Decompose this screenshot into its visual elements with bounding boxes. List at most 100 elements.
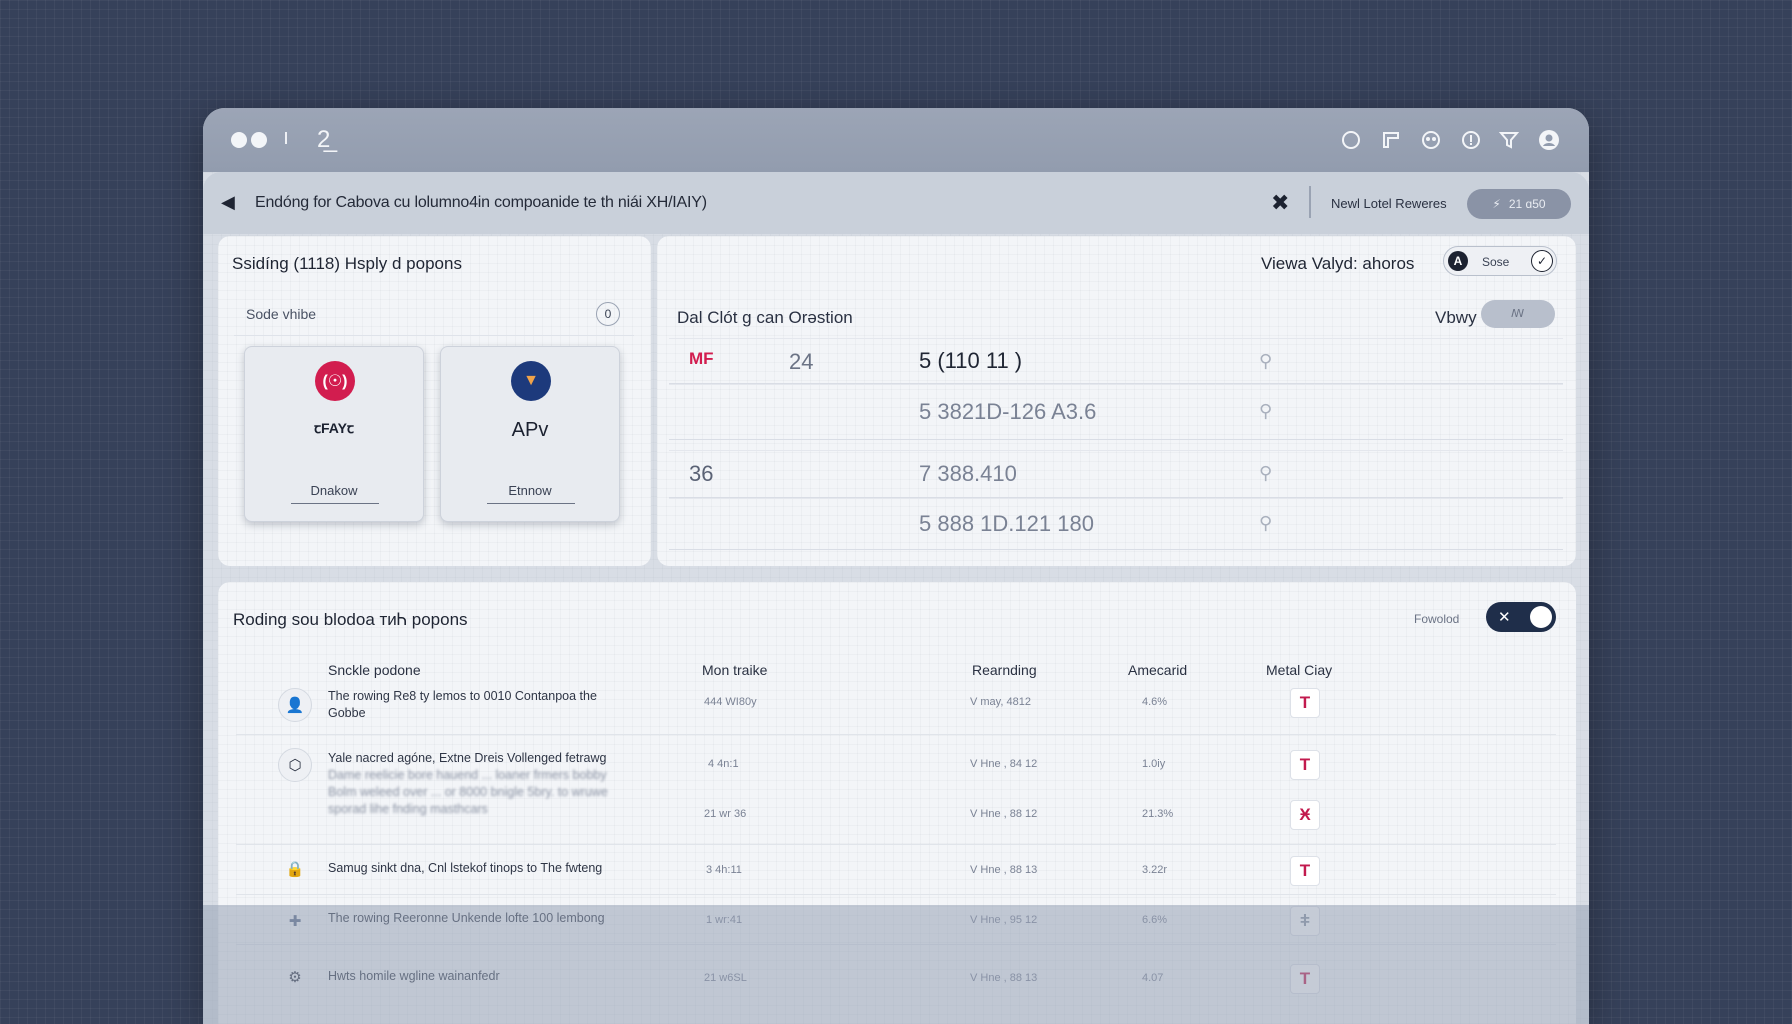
row-cell: V Hne , 95 12 (970, 914, 1038, 926)
breadcrumb-divider (1309, 186, 1311, 218)
lock-icon: 🔒 (285, 861, 305, 878)
settings-icon: ⚙ (288, 969, 302, 986)
row-description: Samug sinkt dna, Cnl lstekof tinops to T… (328, 860, 668, 877)
row-count: 24 (789, 349, 814, 374)
circle-icon[interactable] (1339, 128, 1363, 152)
status-flag[interactable]: T (1290, 856, 1320, 886)
row-text: Dame reelicie bore hauend ... loaner frm… (328, 768, 607, 782)
row-value: 5 888 1D.121 180 (919, 511, 1094, 536)
section-subtitle: Dal Clót g can Orǝstion (677, 308, 853, 327)
data-row[interactable]: 5 888 1D.121 180 ⚲ (669, 498, 1563, 550)
back-arrow-icon[interactable]: ◀ (221, 192, 235, 213)
data-row[interactable]: 5 3821D-126 A3.6 ⚲ (669, 384, 1563, 440)
view-toggle[interactable]: ꟿ (1481, 300, 1555, 328)
data-row[interactable]: 36 7 388.410 ⚲ (669, 450, 1563, 498)
data-row[interactable]: MF 24 5 (110 11 ) ⚲ (669, 338, 1563, 384)
filtered-label: Fowolod (1414, 612, 1460, 626)
row-value: 5 3821D-126 A3.6 (919, 399, 1097, 424)
main-content: ◀ Endóng for Cabova cu lolumno4in compoa… (203, 172, 1589, 1024)
row-text: Bolm weleed over ... or 8000 bnigle 5bry… (328, 785, 608, 799)
pin-icon[interactable]: ⚲ (1259, 351, 1272, 372)
row-cell: V Hne , 88 13 (970, 864, 1038, 876)
row-divider (236, 944, 1556, 945)
app-window: 2̲ ◀ Endóng for Cabova cu lolumno4in com… (203, 108, 1589, 1024)
payment-card[interactable]: ▼ APv Etnnow (440, 346, 620, 522)
info-icon[interactable] (1459, 128, 1483, 152)
window-dot[interactable] (231, 132, 247, 148)
pin-icon[interactable]: ⚲ (1259, 463, 1272, 484)
row-code: MF (689, 349, 714, 368)
row-text: Gobbe (328, 706, 366, 720)
left-panel: Ssidíng (1118) Hsply d popons Sode vhibe… (218, 236, 651, 566)
column-header[interactable]: Metal Ciay (1266, 662, 1332, 678)
status-flag[interactable]: ǂ (1290, 906, 1320, 936)
filter-icon[interactable] (1497, 128, 1521, 152)
row-cell: 3 4h:11 (706, 864, 742, 876)
titlebar-divider (285, 132, 287, 144)
status-flag[interactable]: Ӿ (1290, 800, 1320, 830)
status-flag[interactable]: T (1290, 688, 1320, 718)
user-group-icon[interactable] (1419, 128, 1443, 152)
card-name: ꞇFAYꞇ (314, 420, 354, 436)
row-cell: 444 WI80y (704, 696, 757, 708)
rewards-button[interactable]: ⚡ 21 ɑ50 (1467, 189, 1571, 219)
row-text: sporad lihe fnding masthcars (328, 802, 488, 816)
card-action-underline (291, 503, 379, 504)
row-value: 7 388.410 (919, 461, 1017, 486)
rewards-icon: ⚡ (1492, 197, 1501, 211)
row-value: 5 (110 11 ) (919, 348, 1023, 373)
row-divider (236, 894, 1556, 895)
row-cell: V Hne , 88 12 (970, 808, 1038, 820)
pin-icon[interactable]: ⚲ (1259, 401, 1272, 422)
row-divider (236, 734, 1556, 735)
row-cell: 3.22r (1142, 864, 1168, 876)
right-panel: Viewa Valyd: ahoros A Sose ✓ Dal Clót g … (657, 236, 1576, 566)
card-action-link[interactable]: Etnnow (441, 483, 619, 498)
row-cell: 1 wr:41 (706, 914, 743, 926)
filter-toggle[interactable]: ✕ (1486, 602, 1556, 632)
check-icon: ✓ (1531, 250, 1553, 272)
brand-logo-icon: (☉) (315, 361, 355, 401)
row-cell: 21.3% (1142, 808, 1174, 820)
status-flag[interactable]: T (1290, 964, 1320, 994)
row-cell: V Hne , 84 12 (970, 758, 1038, 770)
row-cell: 4 4n:1 (708, 758, 739, 770)
views-badge: A (1448, 251, 1468, 271)
views-toggle[interactable]: A Sose ✓ (1443, 246, 1557, 276)
column-header[interactable]: Mon traike (702, 662, 767, 678)
close-icon: ✕ (1498, 609, 1511, 626)
brand-logo-icon: ▼ (511, 361, 551, 401)
card-name: APv (511, 419, 549, 441)
views-toggle-label: Sose (1482, 255, 1510, 269)
column-header[interactable]: Snckle podone (328, 662, 421, 678)
views-label: Viewa Valyd: ahoros (1261, 254, 1415, 273)
pin-icon[interactable]: ⚲ (1259, 513, 1272, 534)
row-cell: 4.6% (1142, 696, 1168, 708)
title-bar: 2̲ (203, 108, 1589, 172)
app-logo-icon[interactable]: 2̲ (317, 126, 330, 154)
close-icon[interactable]: ✖ (1271, 190, 1289, 216)
window-dot[interactable] (251, 132, 267, 148)
rewards-value: 21 ɑ50 (1508, 197, 1546, 211)
payment-card[interactable]: (☉) ꞇFAYꞇ Dnakow (244, 346, 424, 522)
search-row[interactable]: Sode vhibe 0 (234, 292, 634, 336)
card-action-link[interactable]: Dnakow (245, 483, 423, 498)
shield-icon: ⬡ (278, 748, 312, 782)
account-icon[interactable] (1537, 128, 1561, 152)
row-code: 36 (689, 461, 714, 486)
status-flag[interactable]: T (1290, 750, 1320, 780)
row-cell: 6.6% (1142, 914, 1168, 926)
row-text: Hwts homile wgline wainanfedr (328, 969, 500, 983)
row-description: The rowing Re8 ty lemos to 0010 Contanpo… (328, 688, 668, 722)
row-text: Yale nacred agóne, Extne Dreis Vollenged… (328, 751, 607, 765)
column-header[interactable]: Amecarid (1128, 662, 1187, 678)
row-divider (236, 844, 1556, 845)
toggle-knob (1530, 606, 1552, 628)
search-button[interactable]: 0 (596, 302, 620, 326)
column-header[interactable]: Rearnding (972, 662, 1037, 678)
view-toggle-label: ꟿ (1511, 308, 1525, 320)
row-cell: 4.07 (1142, 972, 1164, 984)
search-label: Sode vhibe (246, 306, 317, 322)
flag-icon[interactable] (1379, 128, 1403, 152)
row-description: Hwts homile wgline wainanfedr (328, 968, 668, 985)
